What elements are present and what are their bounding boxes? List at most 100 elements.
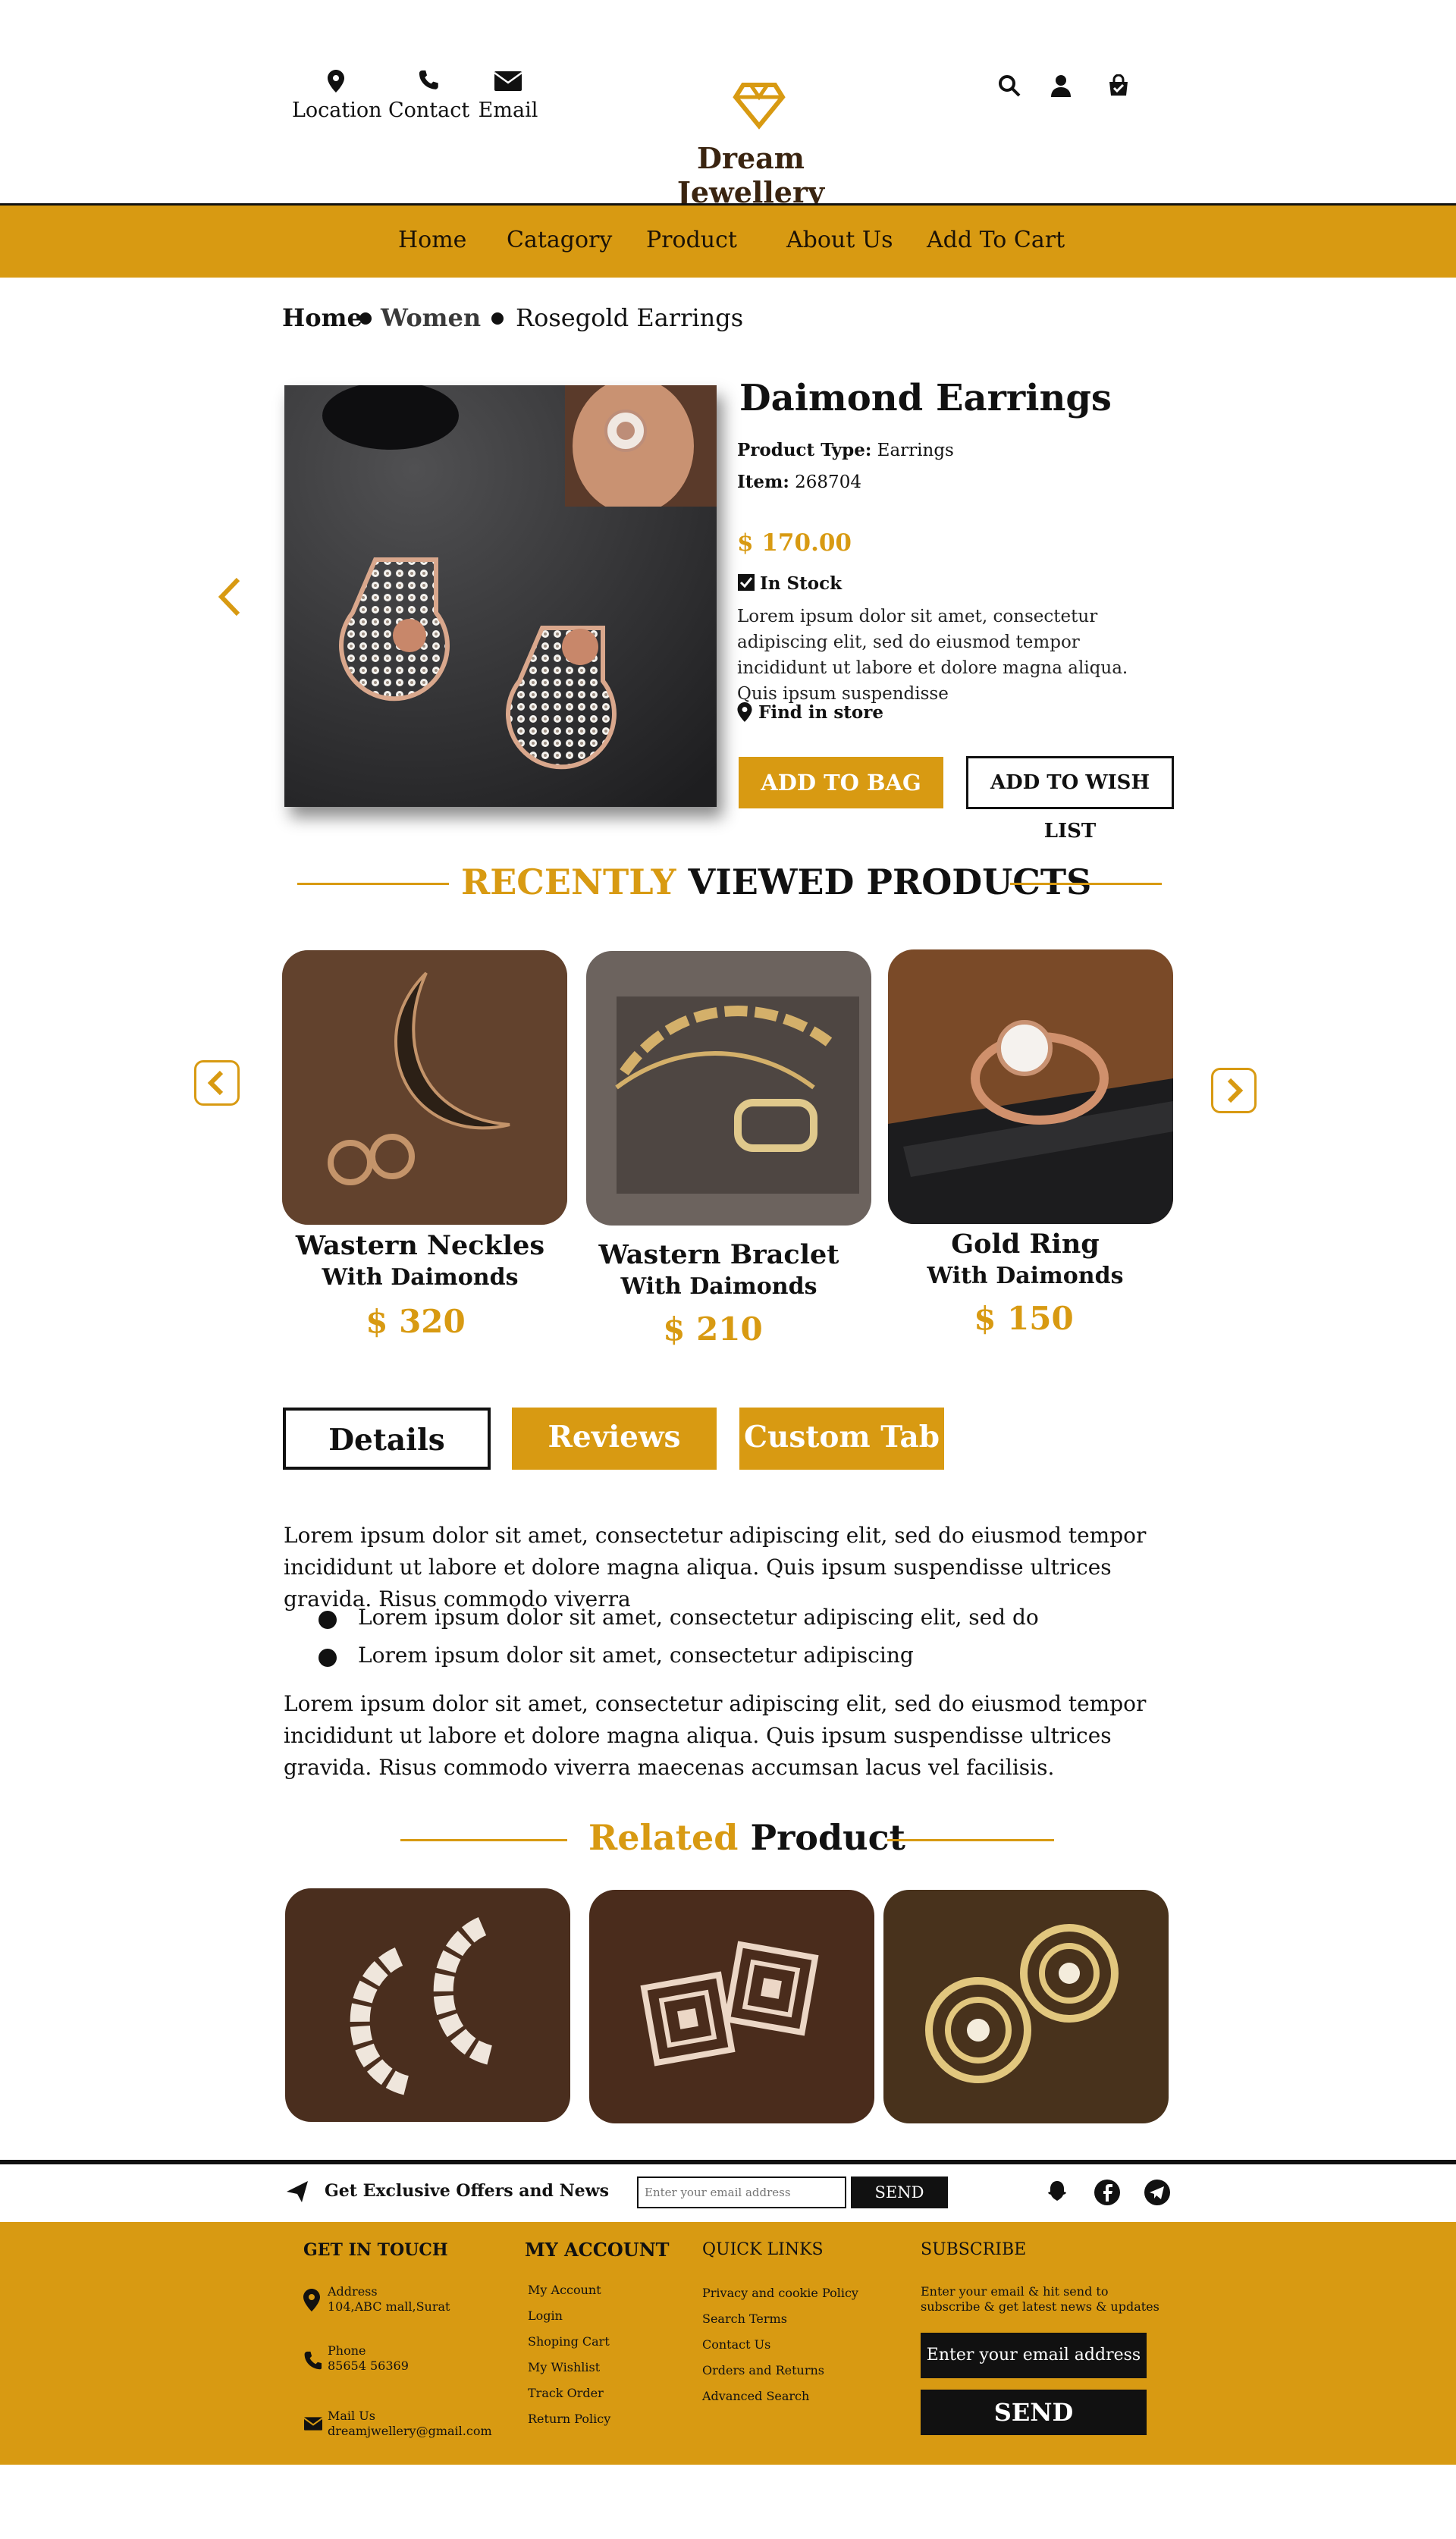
main-nav: Home Catagory Product About Us Add To Ca… — [0, 203, 1456, 278]
phone-icon — [304, 2351, 322, 2370]
phone-value: 85654 56369 — [328, 2359, 409, 2373]
recent-product-card-image[interactable] — [586, 951, 871, 1226]
section-divider — [297, 883, 449, 885]
location-pin-icon — [303, 2289, 320, 2311]
product-price: $ 170.00 — [737, 529, 852, 557]
email-label: Email — [478, 99, 538, 122]
footer-email-input[interactable]: Enter your email address — [921, 2333, 1147, 2378]
contact-label: Contact — [388, 99, 470, 122]
breadcrumb-women[interactable]: Women — [381, 303, 481, 332]
address-value: 104,ABC mall,Surat — [328, 2299, 450, 2314]
related-product-card[interactable] — [589, 1890, 874, 2123]
shopping-bag-icon[interactable] — [1107, 74, 1130, 97]
recent-product-card-image[interactable] — [282, 950, 567, 1225]
nav-category[interactable]: Catagory — [507, 227, 612, 253]
my-account-heading: MY ACCOUNT — [525, 2239, 670, 2261]
footer-send-button[interactable]: SEND — [921, 2390, 1147, 2435]
recent-product-sub: With Daimonds — [620, 1273, 817, 1300]
recent-product-name: Wastern Neckles — [295, 1230, 545, 1261]
brand-logo[interactable]: Dream Jewellery — [629, 68, 872, 209]
contact-link[interactable]: Contact — [388, 70, 469, 122]
diamond-logo-icon — [725, 71, 786, 132]
location-label: Location — [292, 99, 382, 122]
find-in-store-link[interactable]: Find in store — [737, 702, 883, 723]
footer-link-return-policy[interactable]: Return Policy — [528, 2412, 610, 2426]
location-pin-icon — [737, 702, 752, 722]
tab-reviews[interactable]: Reviews — [512, 1408, 717, 1470]
email-link[interactable]: Email — [476, 70, 540, 122]
chevron-right-icon — [1227, 1078, 1244, 1103]
footer-link-login[interactable]: Login — [528, 2308, 563, 2323]
previous-image-arrow[interactable] — [217, 576, 243, 617]
footer-link-my-account[interactable]: My Account — [528, 2283, 601, 2297]
telegram-icon[interactable] — [1144, 2179, 1171, 2206]
breadcrumb-home[interactable]: Home — [282, 303, 362, 332]
subscribe-text: Enter your email & hit send to subscribe… — [921, 2284, 1159, 2314]
related-section-title: Related Product — [588, 1817, 905, 1858]
section-divider — [887, 1839, 1054, 1841]
nav-add-to-cart[interactable]: Add To Cart — [927, 227, 1065, 253]
product-item-label: Item: — [737, 472, 789, 492]
details-bullet: Lorem ipsum dolor sit amet, consectetur … — [358, 1605, 1039, 1630]
snapchat-icon[interactable] — [1043, 2179, 1071, 2206]
footer-link-privacy[interactable]: Privacy and cookie Policy — [702, 2286, 858, 2300]
footer-link-orders-returns[interactable]: Orders and Returns — [702, 2363, 824, 2377]
add-to-wishlist-button[interactable]: ADD TO WISH LIST — [966, 756, 1174, 843]
add-to-bag-button[interactable]: ADD TO BAG — [739, 757, 943, 808]
newsletter-label: Get Exclusive Offers and News — [325, 2181, 609, 2201]
site-footer: GET IN TOUCH Address 104,ABC mall,Surat … — [0, 2222, 1456, 2465]
carousel-prev-button[interactable] — [194, 1060, 240, 1106]
checkbox-checked-icon — [738, 574, 755, 591]
recent-product-price: $ 320 — [366, 1303, 466, 1340]
stock-label: In Stock — [760, 573, 843, 594]
breadcrumb-separator — [491, 312, 504, 325]
subscribe-heading: SUBSCRIBE — [921, 2240, 1027, 2259]
envelope-icon — [494, 71, 522, 91]
footer-link-contact-us[interactable]: Contact Us — [702, 2337, 770, 2352]
details-bullet: Lorem ipsum dolor sit amet, consectetur … — [358, 1643, 914, 1668]
recent-product-sub: With Daimonds — [927, 1263, 1124, 1289]
recent-product-price: $ 210 — [663, 1310, 763, 1348]
section-divider — [400, 1839, 567, 1841]
section-divider — [1010, 883, 1162, 885]
product-type-value: Earrings — [877, 441, 954, 460]
search-icon[interactable] — [998, 74, 1021, 97]
carousel-next-button[interactable] — [1211, 1068, 1257, 1113]
stock-status: In Stock — [737, 573, 842, 594]
tab-custom[interactable]: Custom Tab — [739, 1408, 944, 1470]
related-product-card[interactable] — [285, 1888, 570, 2122]
recent-product-price: $ 150 — [974, 1300, 1074, 1337]
footer-link-search-terms[interactable]: Search Terms — [702, 2311, 787, 2326]
nav-about-us[interactable]: About Us — [786, 227, 893, 253]
mail-value[interactable]: dreamjwellery@gmail.com — [328, 2424, 492, 2439]
related-title-accent: Related — [588, 1817, 739, 1858]
bullet-dot — [318, 1649, 337, 1667]
location-pin-icon — [328, 70, 344, 93]
product-type-label: Product Type: — [737, 440, 872, 460]
phone-label: Phone — [328, 2343, 366, 2358]
breadcrumb-separator — [359, 312, 372, 325]
footer-link-my-wishlist[interactable]: My Wishlist — [528, 2360, 600, 2374]
recent-product-card-image[interactable] — [888, 949, 1173, 1224]
location-link[interactable]: Location — [292, 70, 382, 122]
brand-name: Dream Jewellery — [676, 141, 825, 209]
newsletter-send-button[interactable]: SEND — [851, 2177, 948, 2208]
envelope-icon — [303, 2417, 323, 2431]
tab-details[interactable]: Details — [283, 1408, 491, 1470]
find-in-store-label: Find in store — [758, 702, 884, 723]
nav-product[interactable]: Product — [646, 227, 737, 253]
footer-link-track-order[interactable]: Track Order — [528, 2386, 604, 2400]
footer-link-shopping-cart[interactable]: Shoping Cart — [528, 2334, 610, 2349]
related-product-card[interactable] — [883, 1890, 1169, 2123]
bullet-dot — [318, 1611, 337, 1629]
facebook-icon[interactable] — [1094, 2179, 1121, 2206]
nav-home[interactable]: Home — [398, 227, 466, 253]
recent-section-title: RECENTLY VIEWED PRODUCTS — [461, 862, 1091, 902]
user-icon[interactable] — [1051, 74, 1071, 97]
breadcrumb-current: Rosegold Earrings — [516, 303, 744, 332]
recent-product-name: Wastern Braclet — [598, 1239, 839, 1270]
recent-title-rest: VIEWED PRODUCTS — [688, 862, 1092, 902]
product-thumbnail[interactable] — [565, 385, 717, 507]
newsletter-email-input[interactable] — [637, 2177, 846, 2208]
footer-link-advanced-search[interactable]: Advanced Search — [702, 2389, 809, 2403]
